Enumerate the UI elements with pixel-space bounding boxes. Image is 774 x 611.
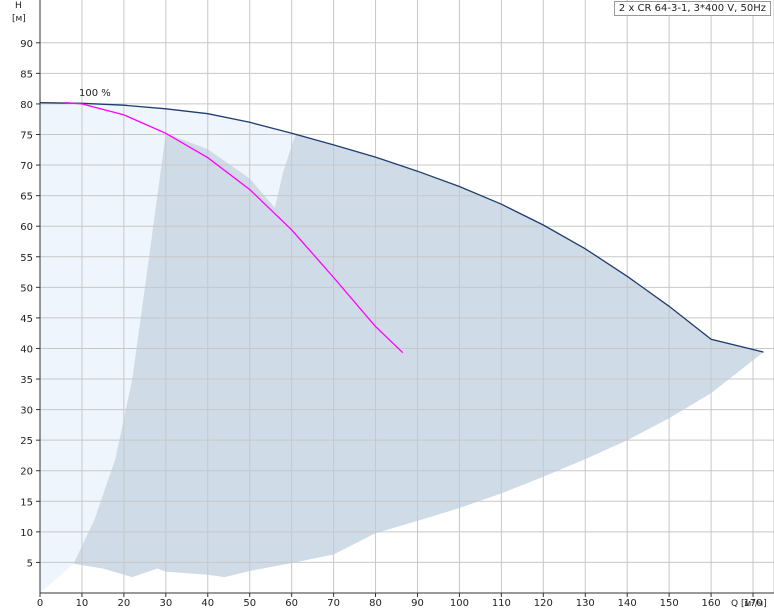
y-tick-label: 50 bbox=[20, 283, 33, 294]
x-tick-label: 30 bbox=[159, 598, 172, 609]
x-tick-label: 0 bbox=[37, 598, 43, 609]
x-tick-label: 80 bbox=[369, 598, 382, 609]
x-tick-label: 120 bbox=[534, 598, 553, 609]
legend-text: 2 x CR 64-3-1, 3*400 V, 50Hz bbox=[618, 3, 766, 14]
y-tick-label: 60 bbox=[20, 222, 33, 233]
y-tick-label: 90 bbox=[20, 39, 33, 50]
y-tick-label: 30 bbox=[20, 406, 33, 417]
x-tick-label: 40 bbox=[201, 598, 214, 609]
x-tick-label: 160 bbox=[702, 598, 721, 609]
y-axis-title-unit: [м] bbox=[12, 14, 26, 24]
x-tick-label: 100 bbox=[450, 598, 469, 609]
y-tick-label: 65 bbox=[20, 192, 33, 203]
x-tick-label: 70 bbox=[327, 598, 340, 609]
x-tick-label: 90 bbox=[411, 598, 424, 609]
y-tick-label: 20 bbox=[20, 467, 33, 478]
y-tick-label: 55 bbox=[20, 253, 33, 264]
chart-legend: 2 x CR 64-3-1, 3*400 V, 50Hz bbox=[613, 1, 771, 16]
x-tick-label: 140 bbox=[618, 598, 637, 609]
pump-curve-chart: 0 10 20 30 40 50 60 70 80 90 100 110 120 130 140 150 160… bbox=[12, 0, 774, 609]
x-tick-label: 60 bbox=[285, 598, 298, 609]
x-tick-label: 150 bbox=[660, 598, 679, 609]
y-tick-label: 85 bbox=[20, 69, 33, 80]
operating-regions bbox=[40, 102, 764, 593]
y-tick-label: 45 bbox=[20, 314, 33, 325]
curve-percent-label: 100 % bbox=[79, 88, 111, 99]
y-tick-label: 15 bbox=[20, 497, 33, 508]
y-tick-label: 40 bbox=[20, 344, 33, 355]
x-tick-label: 20 bbox=[118, 598, 131, 609]
y-tick-label: 5 bbox=[27, 558, 33, 569]
operating-area-inner bbox=[73, 133, 764, 578]
x-tick-label: 130 bbox=[576, 598, 595, 609]
x-tick-label: 110 bbox=[492, 598, 511, 609]
x-tick-label: 50 bbox=[243, 598, 256, 609]
x-tick-label: 10 bbox=[76, 598, 89, 609]
y-axis-title-symbol: H bbox=[15, 1, 22, 11]
y-tick-label: 10 bbox=[20, 528, 33, 539]
y-tick-label: 75 bbox=[20, 130, 33, 141]
y-tick-label: 25 bbox=[20, 436, 33, 447]
y-tick-label: 80 bbox=[20, 100, 33, 111]
y-tick-label: 35 bbox=[20, 375, 33, 386]
y-tick-label: 70 bbox=[20, 161, 33, 172]
x-axis-title: Q [м³/ч] bbox=[731, 599, 767, 609]
